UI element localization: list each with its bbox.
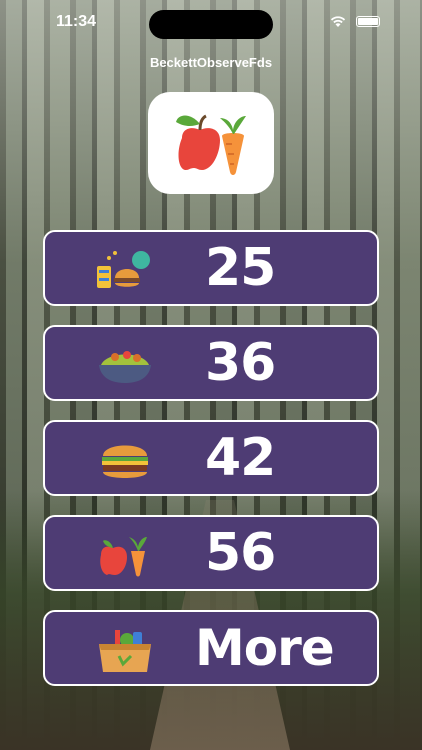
salad-bowl-icon <box>99 351 151 383</box>
menu-button-label: 56 <box>205 523 276 583</box>
menu-button-label: 36 <box>205 333 276 393</box>
app-logo <box>148 92 274 194</box>
status-bar: 11:34 <box>0 0 422 46</box>
menu-button-56[interactable]: 56 <box>43 515 379 591</box>
menu-button-42[interactable]: 42 <box>43 420 379 496</box>
app-title: BeckettObserveFds <box>149 55 273 70</box>
dynamic-island <box>149 10 273 39</box>
battery-icon <box>356 16 380 27</box>
status-time: 11:34 <box>56 13 97 30</box>
menu: 25 36 42 56 More <box>43 230 379 705</box>
menu-button-36[interactable]: 36 <box>43 325 379 401</box>
menu-button-label: 25 <box>205 238 276 298</box>
apple-carrot-icon <box>100 537 147 577</box>
burger-icon <box>102 445 148 478</box>
menu-button-more[interactable]: More <box>43 610 379 686</box>
menu-button-label: More <box>195 619 335 677</box>
food-combo-icon <box>97 251 150 288</box>
apple-carrot-icon <box>176 114 246 175</box>
menu-button-label: 42 <box>205 428 276 488</box>
menu-button-25[interactable]: 25 <box>43 230 379 306</box>
wifi-icon <box>330 16 346 27</box>
grocery-box-icon <box>99 630 151 672</box>
